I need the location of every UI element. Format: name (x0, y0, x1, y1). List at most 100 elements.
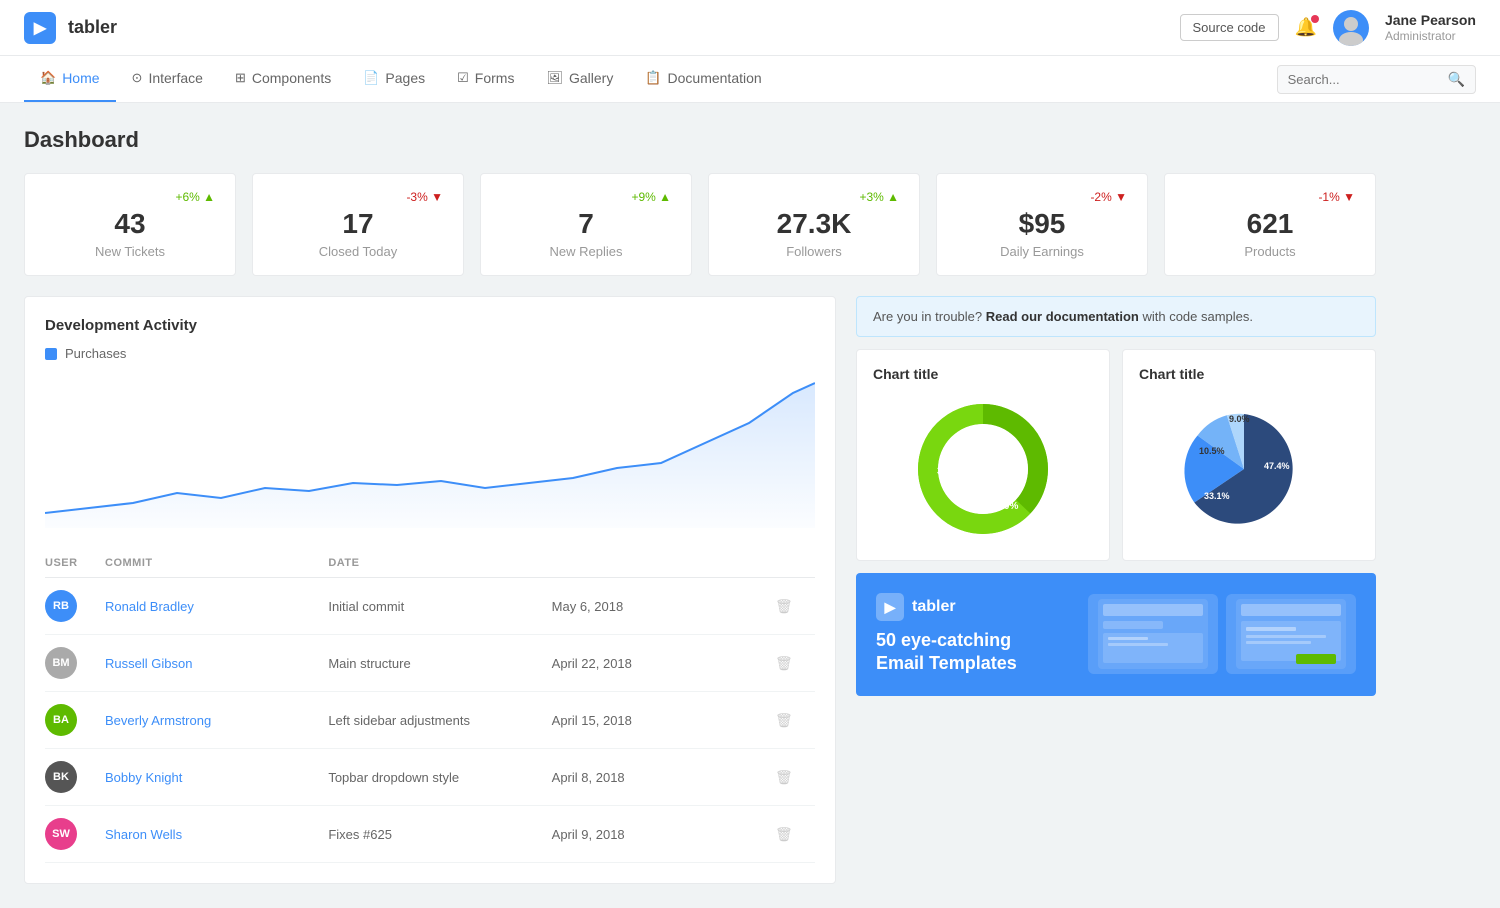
nav-interface[interactable]: ⊙Interface (116, 56, 219, 102)
legend-dot (45, 348, 57, 360)
stat-card-4: -2% ▼ $95 Daily Earnings (936, 173, 1148, 276)
delete-button[interactable]: 🗑 (775, 655, 815, 672)
commit-text: Left sidebar adjustments (328, 713, 551, 728)
user-name: Jane Pearson (1385, 11, 1476, 29)
table-user: SW (45, 818, 105, 850)
logo-icon: ▶ (24, 12, 56, 44)
forms-icon: ☑ (457, 70, 469, 86)
user-name-link[interactable]: Ronald Bradley (105, 599, 328, 614)
delete-button[interactable]: 🗑 (775, 769, 815, 786)
date-text: April 22, 2018 (552, 656, 775, 671)
stat-value: 7 (501, 208, 671, 240)
stat-value: 43 (45, 208, 215, 240)
stat-header: +9% ▲ (501, 190, 671, 204)
search-input[interactable] (1288, 72, 1448, 87)
stat-header: -1% ▼ (1185, 190, 1355, 204)
header-right: Source code 🔔 Jane Pearson Administrator (1180, 10, 1476, 46)
chart-legend: Purchases (45, 346, 815, 361)
commit-text: Fixes #625 (328, 827, 551, 842)
col-commit: COMMIT (105, 557, 328, 569)
main-content: Dashboard +6% ▲ 43 New Tickets -3% ▼ 17 … (0, 103, 1400, 908)
svg-text:47.4%: 47.4% (1264, 461, 1290, 471)
donut-chart-card: Chart title 37.0% 63.0% (856, 349, 1110, 561)
stat-header: -3% ▼ (273, 190, 443, 204)
nav-gallery[interactable]: 🖼Gallery (530, 56, 629, 102)
home-icon: 🏠 (40, 70, 56, 86)
date-text: April 15, 2018 (552, 713, 775, 728)
date-text: April 9, 2018 (552, 827, 775, 842)
delete-button[interactable]: 🗑 (775, 826, 815, 843)
pie-chart: 47.4% 33.1% 10.5% 9.0% (1139, 394, 1359, 544)
pie-chart-card: Chart title (1122, 349, 1376, 561)
col-date: DATE (328, 557, 551, 569)
stat-badge: +3% ▲ (859, 190, 899, 204)
search-icon: 🔍 (1448, 71, 1465, 88)
commit-text: Topbar dropdown style (328, 770, 551, 785)
user-info: Jane Pearson Administrator (1385, 11, 1476, 45)
stats-row: +6% ▲ 43 New Tickets -3% ▼ 17 Closed Tod… (24, 173, 1376, 276)
user-avatar: RB (45, 590, 77, 622)
table-user: BM (45, 647, 105, 679)
navigation: 🏠Home ⊙Interface ⊞Components 📄Pages ☑For… (0, 56, 1500, 103)
user-avatar: BA (45, 704, 77, 736)
stat-label: Daily Earnings (957, 244, 1127, 259)
stat-badge: -1% ▼ (1318, 190, 1355, 204)
pie-chart-title: Chart title (1139, 366, 1359, 382)
stat-badge: +9% ▲ (631, 190, 671, 204)
stat-value: 621 (1185, 208, 1355, 240)
stat-header: -2% ▼ (957, 190, 1127, 204)
svg-text:37.0%: 37.0% (937, 466, 965, 477)
info-link[interactable]: Read our documentation (986, 309, 1139, 324)
promo-image-2 (1226, 594, 1356, 674)
stat-badge: -3% ▼ (406, 190, 443, 204)
stat-label: Closed Today (273, 244, 443, 259)
stat-label: New Tickets (45, 244, 215, 259)
table-row: BM Russell Gibson Main structure April 2… (45, 635, 815, 692)
commit-text: Main structure (328, 656, 551, 671)
stat-value: 17 (273, 208, 443, 240)
svg-text:10.5%: 10.5% (1199, 446, 1225, 456)
date-text: May 6, 2018 (552, 599, 775, 614)
user-avatar: BK (45, 761, 77, 793)
logo-text: tabler (68, 17, 117, 38)
user-name-link[interactable]: Bobby Knight (105, 770, 328, 785)
user-name-link[interactable]: Sharon Wells (105, 827, 328, 842)
right-panel: Are you in trouble? Read our documentati… (856, 296, 1376, 884)
promo-images (1033, 594, 1356, 674)
nav-pages[interactable]: 📄Pages (347, 56, 441, 102)
user-name-link[interactable]: Russell Gibson (105, 656, 328, 671)
col-user: USER (45, 557, 105, 569)
stat-card-0: +6% ▲ 43 New Tickets (24, 173, 236, 276)
stat-card-1: -3% ▼ 17 Closed Today (252, 173, 464, 276)
commit-text: Initial commit (328, 599, 551, 614)
stat-value: $95 (957, 208, 1127, 240)
source-code-button[interactable]: Source code (1180, 14, 1279, 41)
activity-table-header: USER COMMIT DATE (45, 549, 815, 578)
activity-table: RB Ronald Bradley Initial commit May 6, … (45, 578, 815, 863)
promo-image-1 (1088, 594, 1218, 674)
user-name-link[interactable]: Beverly Armstrong (105, 713, 328, 728)
svg-text:63.0%: 63.0% (990, 501, 1018, 512)
table-row: BK Bobby Knight Topbar dropdown style Ap… (45, 749, 815, 806)
nav-forms[interactable]: ☑Forms (441, 56, 530, 102)
delete-button[interactable]: 🗑 (775, 712, 815, 729)
components-icon: ⊞ (235, 70, 246, 86)
nav-documentation[interactable]: 📋Documentation (629, 56, 777, 102)
nav-home[interactable]: 🏠Home (24, 56, 116, 102)
stat-label: New Replies (501, 244, 671, 259)
table-user: BK (45, 761, 105, 793)
donut-chart: 37.0% 63.0% (873, 394, 1093, 544)
interface-icon: ⊙ (132, 70, 143, 86)
promo-banner: ▶ tabler 50 eye-catchingEmail Templates (856, 573, 1376, 696)
page-title: Dashboard (24, 127, 1376, 153)
delete-button[interactable]: 🗑 (775, 598, 815, 615)
nav-components[interactable]: ⊞Components (219, 56, 347, 102)
svg-text:9.0%: 9.0% (1229, 414, 1250, 424)
gallery-icon: 🖼 (546, 70, 563, 86)
notification-icon[interactable]: 🔔 (1295, 17, 1317, 38)
header-left: ▶ tabler (24, 12, 117, 44)
table-user: RB (45, 590, 105, 622)
chart-cards: Chart title 37.0% 63.0% (856, 349, 1376, 561)
promo-logo-icon: ▶ (876, 593, 904, 621)
stat-card-2: +9% ▲ 7 New Replies (480, 173, 692, 276)
